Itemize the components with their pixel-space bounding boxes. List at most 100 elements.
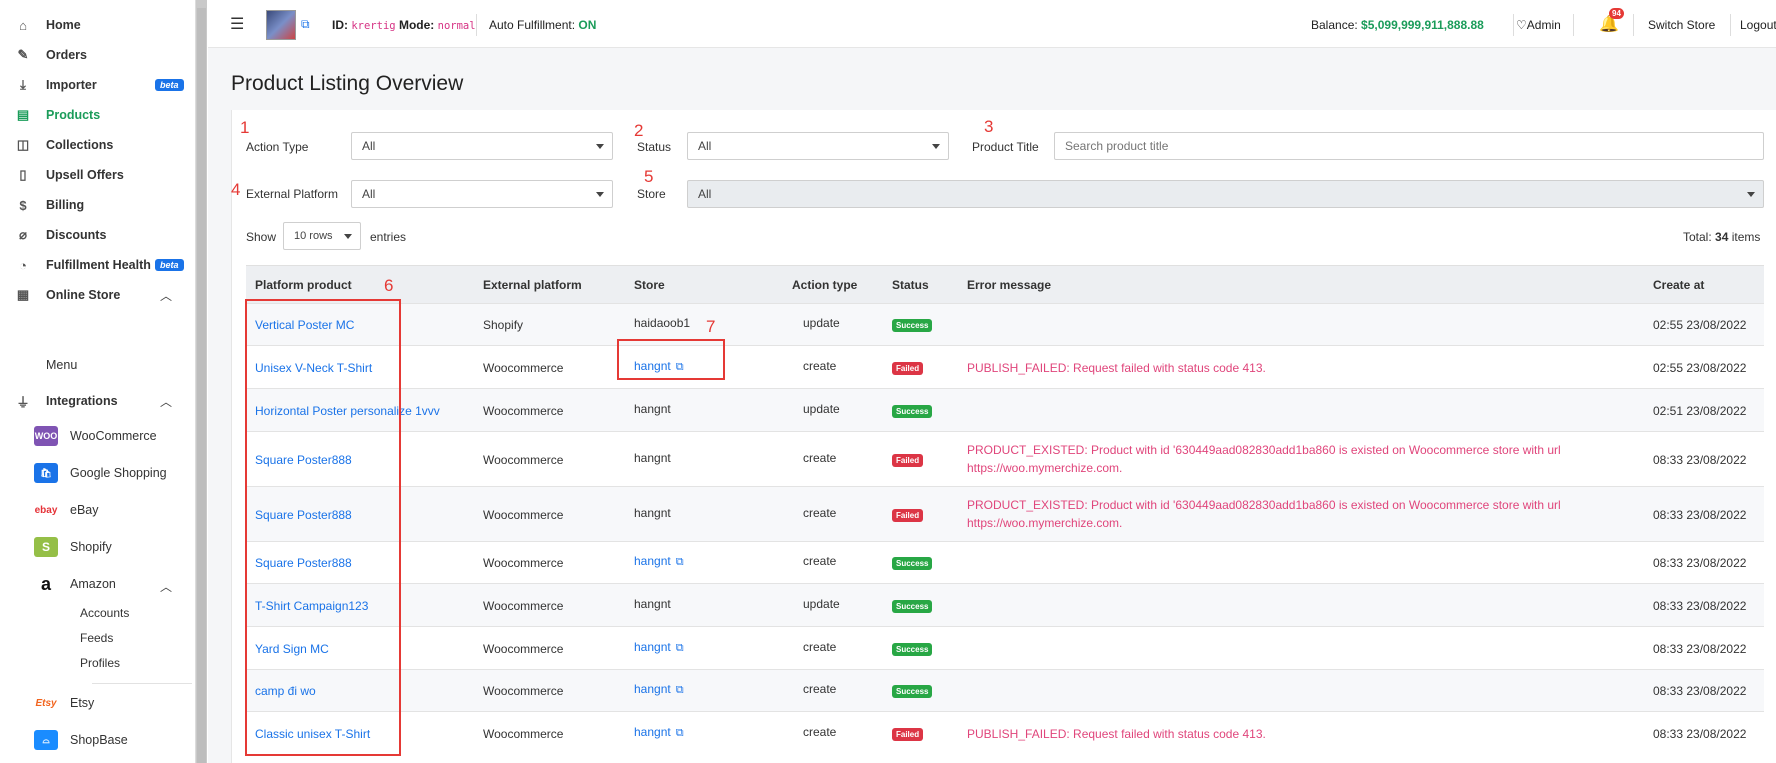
col-status[interactable]: Status	[892, 278, 929, 292]
action-type-cell: create	[803, 506, 837, 520]
shopify-logo-icon: S	[34, 537, 58, 557]
sidebar-item-label: Importer	[46, 78, 97, 92]
external-link-icon[interactable]: ⧉	[301, 17, 310, 32]
annotation-number: 6	[384, 276, 394, 295]
admin-menu[interactable]: ♡Admin	[1516, 18, 1561, 32]
heart-icon: ♡	[1516, 18, 1527, 32]
amazon-subitem-profiles[interactable]: Profiles	[80, 656, 120, 670]
sidebar-item-importer[interactable]: ⤓ Importer beta	[0, 72, 190, 98]
external-platform-cell: Woocommerce	[483, 727, 564, 741]
sidebar-item-label: Orders	[46, 48, 87, 62]
sidebar-item-fulfillment-health[interactable]: ◔ Fulfillment Health beta	[0, 252, 190, 278]
store-name: hangnt	[634, 682, 671, 696]
caret-down-icon	[932, 144, 940, 149]
external-platform-cell: Shopify	[483, 318, 524, 332]
action-type-cell: create	[803, 359, 837, 373]
integration-shopify[interactable]: S Shopify	[34, 534, 112, 560]
store-link[interactable]: hangnt ⧉	[634, 554, 684, 569]
tag-icon: ⌀	[19, 227, 27, 242]
sidebar-item-label: Home	[46, 18, 81, 32]
divider	[476, 14, 477, 36]
store-logo	[266, 10, 296, 40]
rows-per-page-select[interactable]: 10 rows	[283, 222, 361, 250]
chevron-up-icon[interactable]: ︿	[160, 287, 172, 304]
external-platform-cell: Woocommerce	[483, 684, 564, 698]
store-id: ID: krertig Mode: normal	[332, 18, 476, 32]
integration-woocommerce[interactable]: WOO WooCommerce	[34, 423, 157, 449]
integration-etsy[interactable]: Etsy Etsy	[34, 690, 94, 716]
chevron-up-icon[interactable]: ︿	[160, 393, 172, 410]
switch-store-button[interactable]: Switch Store	[1648, 18, 1715, 32]
integration-google-shopping[interactable]: 🛍 Google Shopping	[34, 460, 167, 486]
error-message: PUBLISH_FAILED: Request failed with stat…	[967, 727, 1266, 741]
sidebar-item-products[interactable]: ▤ Products	[0, 102, 190, 128]
sidebar-item-collections[interactable]: ◫ Collections	[0, 132, 190, 158]
product-title-label: Product Title	[972, 140, 1039, 154]
col-create-at[interactable]: Create at	[1653, 278, 1704, 292]
sidebar-item-upsell-offers[interactable]: ▯ Upsell Offers	[0, 162, 190, 188]
col-external-platform[interactable]: External platform	[483, 278, 582, 292]
beta-badge: beta	[155, 259, 184, 271]
store-link[interactable]: hangnt ⧉	[634, 640, 684, 655]
external-link-icon[interactable]: ⧉	[676, 684, 684, 696]
external-link-icon[interactable]: ⧉	[676, 642, 684, 654]
select-value: All	[362, 139, 376, 153]
balance: Balance: $5,099,999,911,888.88	[1311, 18, 1484, 32]
status-badge: Failed	[892, 509, 924, 522]
annotation-box-store-link	[617, 339, 725, 380]
sidebar-item-integrations[interactable]: ⏚ Integrations ︿	[0, 388, 190, 414]
caret-down-icon	[1747, 192, 1755, 197]
col-action-type[interactable]: Action type	[792, 278, 857, 292]
annotation-number: 4	[231, 180, 241, 199]
col-store[interactable]: Store	[634, 278, 665, 292]
hamburger-menu-icon[interactable]: ☰	[230, 14, 244, 34]
integration-ebay[interactable]: ebay eBay	[34, 497, 99, 523]
balance-label: Balance:	[1311, 18, 1358, 32]
sidebar-scrollbar[interactable]	[195, 0, 207, 763]
action-type-cell: create	[803, 554, 837, 568]
action-type-select[interactable]: All	[351, 132, 613, 160]
store-link[interactable]: hangnt ⧉	[634, 725, 684, 740]
col-platform-product[interactable]: Platform product	[255, 278, 352, 292]
divider	[92, 683, 192, 684]
sidebar-item-discounts[interactable]: ⌀ Discounts	[0, 222, 190, 248]
amazon-subitem-feeds[interactable]: Feeds	[80, 631, 113, 645]
amazon-subitem-accounts[interactable]: Accounts	[80, 606, 129, 620]
store-link[interactable]: hangnt ⧉	[634, 682, 684, 697]
action-type-cell: update	[803, 316, 840, 330]
external-platform-select[interactable]: All	[351, 180, 613, 208]
status-badge: Success	[892, 600, 933, 613]
sidebar-subitem-menu[interactable]: Menu	[46, 358, 77, 372]
dollar-icon: $	[19, 197, 27, 213]
action-type-cell: create	[803, 640, 837, 654]
store-select[interactable]: All	[687, 180, 1764, 208]
external-link-icon[interactable]: ⧉	[676, 727, 684, 739]
store-name: haidaoob1	[634, 316, 691, 330]
sidebar-item-online-store[interactable]: ▦ Online Store ︿	[0, 282, 190, 308]
integration-label: WooCommerce	[70, 429, 157, 443]
product-title-search-input[interactable]	[1054, 132, 1764, 160]
external-link-icon[interactable]: ⧉	[676, 556, 684, 568]
scrollbar-thumb[interactable]	[197, 8, 206, 763]
chevron-up-icon[interactable]: ︿	[160, 578, 172, 595]
edit-icon: ✎	[17, 47, 29, 62]
store-cell: hangnt	[634, 597, 671, 611]
integration-shopbase[interactable]: ⌓ ShopBase	[34, 727, 128, 753]
action-type-cell: create	[803, 451, 837, 465]
box-icon: ▤	[16, 107, 30, 122]
status-badge: Success	[892, 405, 933, 418]
sidebar-item-billing[interactable]: $ Billing	[0, 192, 190, 218]
col-error-message[interactable]: Error message	[967, 278, 1051, 292]
sidebar-item-orders[interactable]: ✎ Orders	[0, 42, 190, 68]
external-platform-cell: Woocommerce	[483, 599, 564, 613]
annotation-number: 3	[984, 117, 994, 136]
status-select[interactable]: All	[687, 132, 949, 160]
store-name: hangnt	[634, 725, 671, 739]
integration-amazon[interactable]: a Amazon	[34, 571, 116, 597]
logout-button[interactable]: Logout	[1740, 18, 1776, 32]
created-at-cell: 02:51 23/08/2022	[1653, 404, 1747, 418]
pie-icon: ◔	[19, 257, 27, 273]
sidebar-item-home[interactable]: ⌂ Home	[0, 12, 190, 38]
auto-fulfillment-value: ON	[578, 18, 597, 32]
sidebar-item-label: Discounts	[46, 228, 107, 242]
